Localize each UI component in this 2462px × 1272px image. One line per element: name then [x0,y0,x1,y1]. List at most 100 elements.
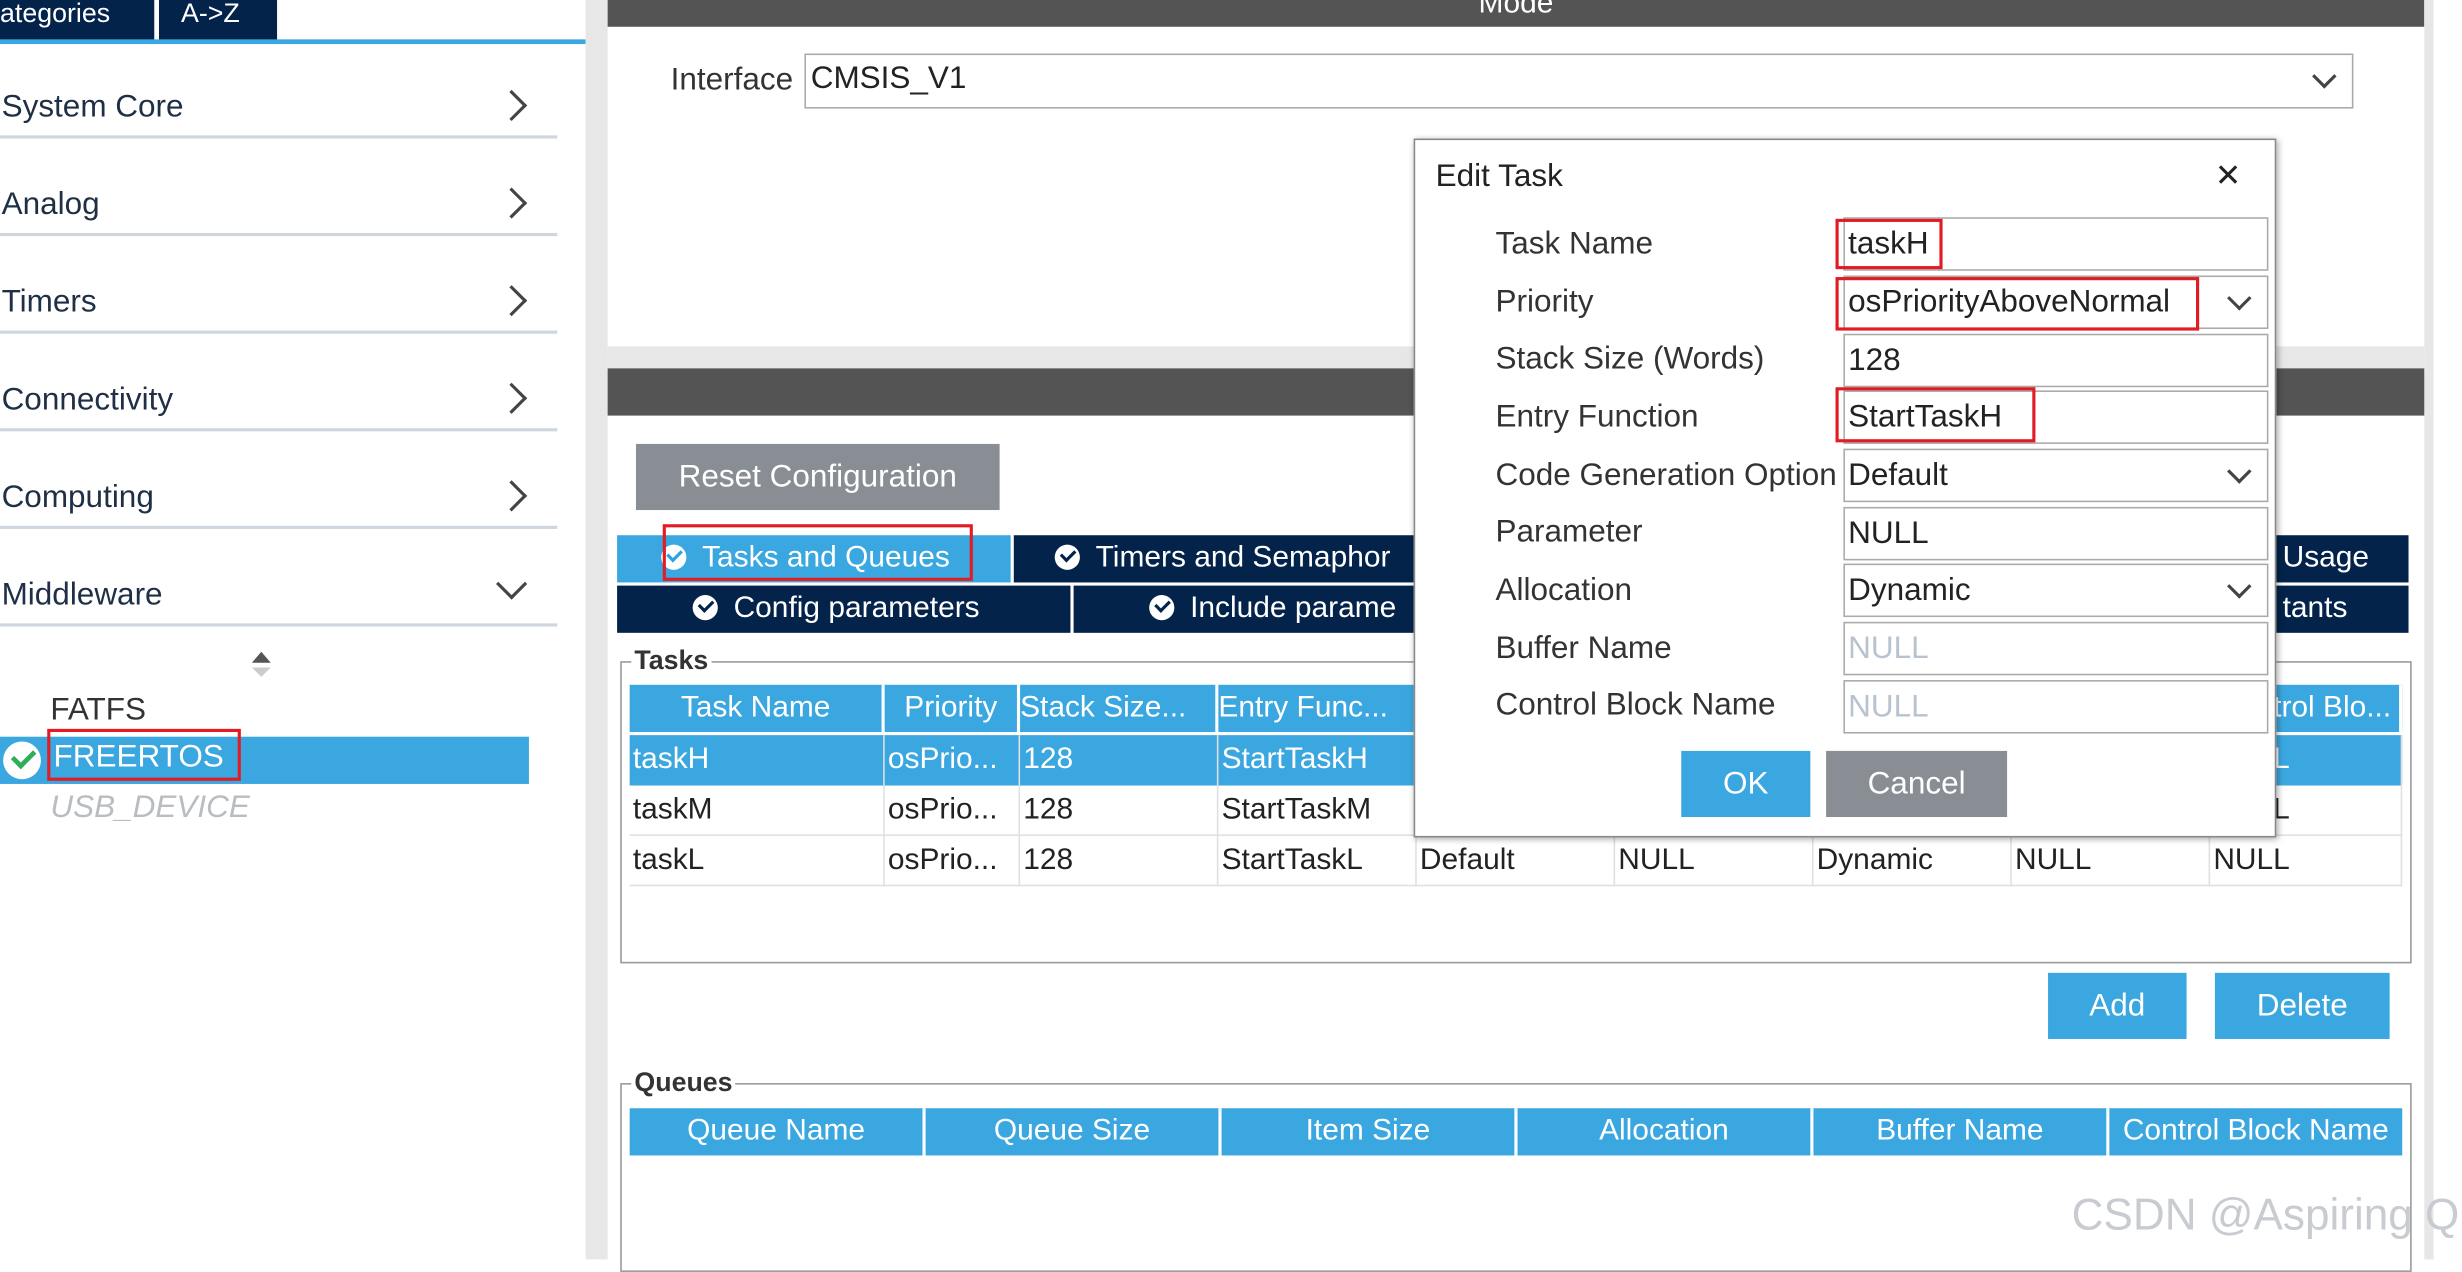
table-row[interactable]: taskL osPrio... 128 StartTaskL Default N… [629,835,2403,887]
allocation-label: Allocation [1495,573,1633,608]
close-icon[interactable]: ✕ [2215,156,2241,195]
table-cell: osPrio... [885,735,1021,786]
tasks-group-title: Tasks [631,645,712,677]
delete-task-button[interactable]: Delete [2214,972,2390,1039]
table-cell: NULL [2210,835,2403,887]
table-cell: 128 [1020,785,1219,836]
category-analog[interactable]: Analog [0,135,558,237]
category-label: Computing [1,480,154,515]
middleware-item-fatfs[interactable]: FATFS [50,693,146,729]
mode-header: Mode [607,0,2425,27]
tab-label: Timers and Semaphor [1095,541,1391,575]
stack-size-field[interactable]: 128 [1843,333,2269,388]
table-cell: Default [1417,835,1616,887]
interface-label: Interface [670,62,794,98]
table-cell: NULL [2012,835,2211,887]
watermark: CSDN @Aspiring Q [2071,1190,2460,1239]
category-system-core[interactable]: System Core [0,38,558,139]
table-cell: 128 [1020,735,1219,786]
tab-label: Include parame [1190,591,1397,625]
column-header[interactable]: Priority [884,684,1021,733]
edit-task-dialog: Edit Task ✕ Task Name taskH Priority osP… [1413,138,2277,838]
table-cell: StartTaskM [1218,785,1417,836]
tab-timers-and-semaphores[interactable]: Timers and Semaphor [1013,535,1420,583]
tab-usage[interactable]: Usage [2273,535,2409,583]
queues-table: Queue Name Queue Size Item Size Allocati… [629,1108,2403,1156]
chevron-down-icon [2227,459,2252,484]
column-header[interactable]: Entry Func... [1218,684,1417,733]
code-generation-option-value: Default [1848,458,1948,493]
categories-panel: ategories A->Z System Core Analog Timers… [0,0,586,1260]
tab-a-z[interactable]: A->Z [158,0,278,41]
buffer-name-field[interactable]: NULL [1843,621,2269,676]
highlight-box [1835,277,2200,331]
check-circle-icon [1054,544,1080,570]
chevron-right-icon [496,480,528,512]
category-label: Timers [1,284,97,320]
control-block-name-field[interactable]: NULL [1843,680,2269,734]
ok-button[interactable]: OK [1681,750,1811,818]
chevron-right-icon [496,382,528,414]
cancel-button[interactable]: Cancel [1826,750,2008,818]
chevron-right-icon [496,285,528,317]
table-cell: osPrio... [885,785,1021,836]
table-cell: taskH [630,735,885,786]
column-header[interactable]: Queue Name [629,1108,926,1156]
highlight-box [1835,218,1943,270]
interface-select[interactable]: CMSIS_V1 [804,53,2354,109]
chevron-down-icon [496,568,528,600]
tab-label: tants [2282,591,2348,625]
table-cell: NULL [1615,835,1814,887]
highlight-box [1835,387,2036,443]
tab-include-parameters[interactable]: Include parame [1073,585,1420,633]
highlight-box [47,728,241,781]
table-cell: Dynamic [1813,835,2012,887]
dialog-title: Edit Task [1435,158,1563,194]
column-header[interactable]: Item Size [1221,1108,1518,1156]
tab-categories[interactable]: ategories [0,0,155,41]
category-label: Analog [1,187,100,222]
column-header[interactable]: Queue Size [925,1108,1222,1156]
panel-separator[interactable] [585,0,608,1260]
column-header[interactable]: Buffer Name [1813,1108,2110,1156]
buffer-name-label: Buffer Name [1495,631,1672,666]
enabled-check-icon [3,741,41,780]
column-header[interactable]: Control Block Name [2109,1108,2403,1156]
mode-right-border [2424,0,2434,1260]
allocation-value: Dynamic [1848,573,1971,608]
tab-label: Usage [2282,541,2370,575]
column-header[interactable]: Stack Size... [1020,684,1219,733]
category-timers[interactable]: Timers [0,233,558,334]
entry-function-label: Entry Function [1495,399,1699,435]
priority-label: Priority [1495,284,1594,320]
tab-constants[interactable]: tants [2273,585,2409,633]
interface-value: CMSIS_V1 [810,61,967,97]
column-header[interactable]: Task Name [629,684,885,733]
category-computing[interactable]: Computing [0,428,558,529]
code-generation-option-select[interactable]: Default [1843,448,2269,503]
category-label: Middleware [1,577,163,613]
highlight-box [662,524,973,581]
chevron-right-icon [496,187,528,219]
category-label: Connectivity [1,382,174,418]
control-block-name-label: Control Block Name [1495,687,1776,723]
tab-label: Config parameters [733,591,980,625]
table-cell: StartTaskH [1218,735,1417,786]
allocation-select[interactable]: Dynamic [1843,563,2269,618]
tab-config-parameters[interactable]: Config parameters [617,585,1071,633]
add-task-button[interactable]: Add [2048,972,2187,1039]
column-header[interactable]: Allocation [1517,1108,1814,1156]
table-cell: 128 [1020,835,1219,887]
stack-size-label: Stack Size (Words) [1495,341,1765,377]
table-cell: StartTaskL [1218,835,1417,887]
parameter-label: Parameter [1495,514,1643,550]
middleware-item-usb-device[interactable]: USB_DEVICE [50,790,249,826]
sort-arrows-icon[interactable] [251,651,271,680]
mode-header-title: Mode [1478,0,1554,21]
parameter-field[interactable]: NULL [1843,506,2269,561]
category-middleware[interactable]: Middleware [0,526,558,627]
chevron-right-icon [496,89,528,122]
reset-configuration-button[interactable]: Reset Configuration [635,443,1000,511]
category-connectivity[interactable]: Connectivity [0,331,558,432]
code-generation-option-label: Code Generation Option [1495,458,1837,493]
